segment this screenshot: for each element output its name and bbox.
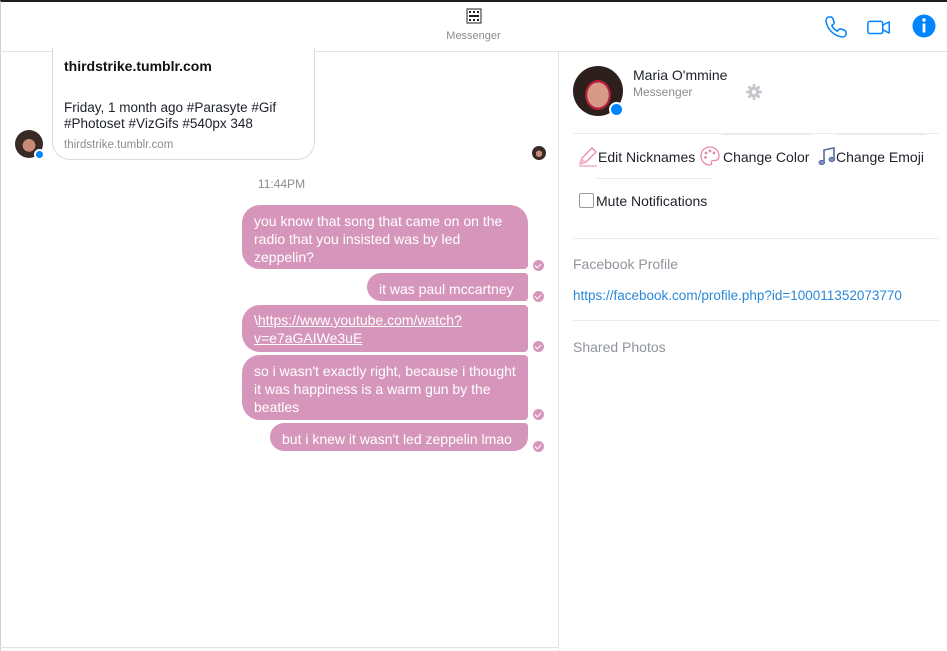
messenger-badge-icon [34, 149, 45, 160]
music-note-icon [818, 147, 836, 166]
gif-icon [466, 8, 482, 24]
message-bubble[interactable]: but i knew it wasn't led zeppelin lmao [270, 423, 528, 451]
edit-nicknames-button[interactable]: Edit Nicknames [579, 147, 696, 167]
pencil-icon [579, 147, 597, 167]
link-preview-title: thirdstrike.tumblr.com [64, 58, 212, 74]
contact-avatar[interactable] [15, 130, 45, 160]
delivered-check-icon [533, 409, 544, 420]
mute-notifications-checkbox[interactable] [579, 193, 594, 208]
profile-name[interactable]: Maria O'mmine [633, 67, 727, 83]
delivered-check-icon [533, 441, 544, 452]
change-color-label: Change Color [723, 149, 810, 165]
profile-avatar[interactable] [573, 66, 624, 117]
phone-icon[interactable] [823, 14, 849, 40]
link-preview-card[interactable]: thirdstrike.tumblr.com Friday, 1 month a… [52, 48, 315, 160]
message-text: you know that song that came on on the r… [254, 213, 503, 265]
composer-divider [0, 647, 558, 648]
info-icon[interactable] [911, 13, 937, 39]
message-text: so i wasn't exactly right, because i tho… [254, 363, 516, 415]
video-camera-icon[interactable] [866, 14, 892, 40]
message-bubble[interactable]: you know that song that came on on the r… [242, 205, 528, 269]
messenger-badge-icon [609, 102, 624, 117]
seen-indicator-avatar [532, 146, 546, 160]
message-bubble[interactable]: \https://www.youtube.com/watch?v=e7aGAIW… [242, 305, 528, 352]
divider [573, 320, 939, 321]
youtube-link[interactable]: https://www.youtube.com/watch?v=e7aGAIWe… [254, 312, 462, 346]
divider [596, 178, 712, 179]
delivered-check-icon [533, 341, 544, 352]
facebook-profile-heading: Facebook Profile [573, 256, 679, 272]
divider [836, 134, 926, 135]
shared-photos-heading: Shared Photos [573, 339, 666, 355]
gear-icon[interactable] [745, 83, 763, 101]
message-text: but i knew it wasn't led zeppelin lmao [282, 431, 512, 447]
palette-icon [700, 146, 720, 166]
profile-subtitle: Messenger [633, 85, 693, 99]
facebook-profile-link[interactable]: https://facebook.com/profile.php?id=1000… [573, 288, 902, 303]
conversation-header: Messenger [0, 0, 947, 52]
message-bubble[interactable]: it was paul mccartney [367, 273, 528, 301]
message-timestamp: 11:44PM [257, 177, 306, 191]
pane-divider [558, 52, 559, 651]
delivered-check-icon [533, 291, 544, 302]
change-color-button[interactable]: Change Color [700, 146, 810, 166]
link-preview-domain: thirdstrike.tumblr.com [64, 139, 174, 151]
message-bubble[interactable]: so i wasn't exactly right, because i tho… [242, 355, 528, 420]
link-preview-description: Friday, 1 month ago #Parasyte #Gif #Phot… [64, 100, 277, 131]
message-text: it was paul mccartney [379, 281, 514, 297]
header-title: Messenger [446, 30, 501, 42]
change-emoji-button[interactable]: Change Emoji [818, 147, 924, 166]
divider [573, 238, 939, 239]
divider [722, 134, 812, 135]
change-emoji-label: Change Emoji [836, 149, 924, 165]
edit-nicknames-label: Edit Nicknames [598, 149, 696, 165]
mute-notifications-label[interactable]: Mute Notifications [596, 193, 707, 209]
delivered-check-icon [533, 260, 544, 271]
